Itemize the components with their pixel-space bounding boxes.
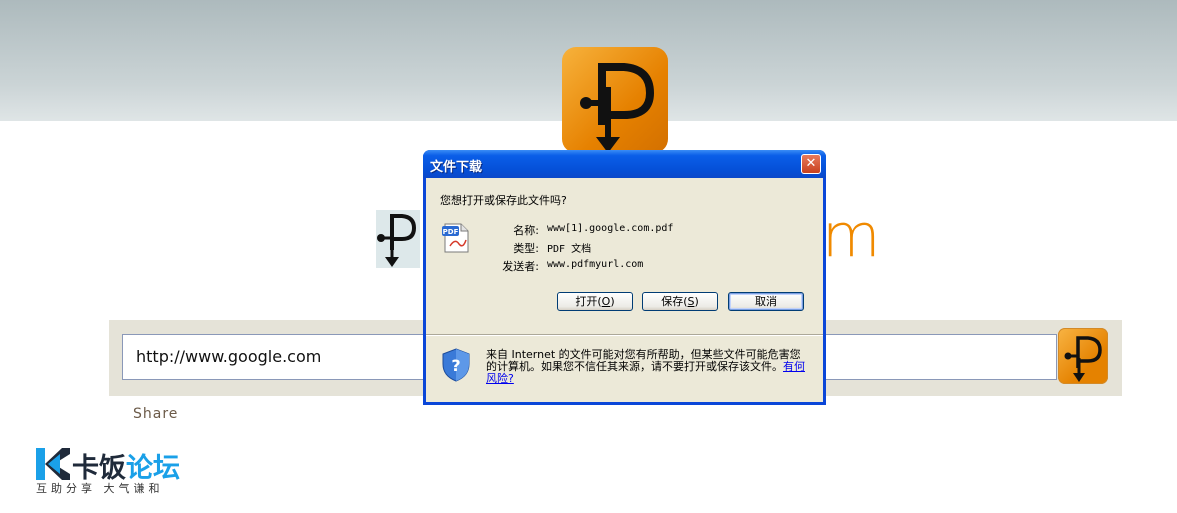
- pdfmyurl-logo-icon: [1064, 336, 1102, 382]
- convert-button[interactable]: [1058, 328, 1108, 384]
- svg-text:?: ?: [451, 356, 460, 375]
- file-download-dialog: 文件下载 ✕ 您想打开或保存此文件吗? PDF 名称: www[1].googl…: [423, 150, 826, 405]
- file-name-label: 名称:: [513, 224, 539, 237]
- save-button[interactable]: 保存(S): [642, 292, 718, 311]
- file-type-label: 类型:: [513, 242, 539, 255]
- dialog-body: 您想打开或保存此文件吗? PDF 名称: www[1].google.com.p…: [426, 178, 823, 402]
- dialog-question: 您想打开或保存此文件吗?: [440, 194, 567, 207]
- security-shield-icon: ?: [442, 348, 470, 382]
- share-link[interactable]: Share: [133, 406, 178, 422]
- sender-label: 发送者:: [502, 260, 539, 273]
- kafan-logo-icon: [36, 448, 70, 480]
- open-button[interactable]: 打开(O): [557, 292, 633, 311]
- pdf-icon-text: PDF: [443, 228, 459, 236]
- dialog-separator-highlight: [426, 335, 823, 336]
- watermark-logo: 卡饭论坛 互助分享 大气谦和: [36, 446, 196, 496]
- dialog-titlebar[interactable]: 文件下载 ✕: [423, 150, 826, 178]
- brand-text-fragment: m: [822, 201, 881, 271]
- pdf-document-icon: PDF: [442, 223, 469, 253]
- watermark-subtitle: 互助分享 大气谦和: [36, 482, 164, 495]
- pdfmyurl-logo-icon: [562, 47, 668, 153]
- file-name-value: www[1].google.com.pdf: [547, 223, 674, 234]
- brand-p-icon: [376, 210, 420, 268]
- cancel-button[interactable]: 取消: [728, 292, 804, 311]
- dialog-title: 文件下载: [430, 160, 483, 175]
- security-warning: 来自 Internet 的文件可能对您有所帮助，但某些文件可能危害您的计算机。如…: [486, 348, 805, 385]
- file-type-value: PDF 文档: [547, 244, 592, 255]
- sender-value: www.pdfmyurl.com: [547, 259, 644, 270]
- close-icon[interactable]: ✕: [801, 154, 821, 174]
